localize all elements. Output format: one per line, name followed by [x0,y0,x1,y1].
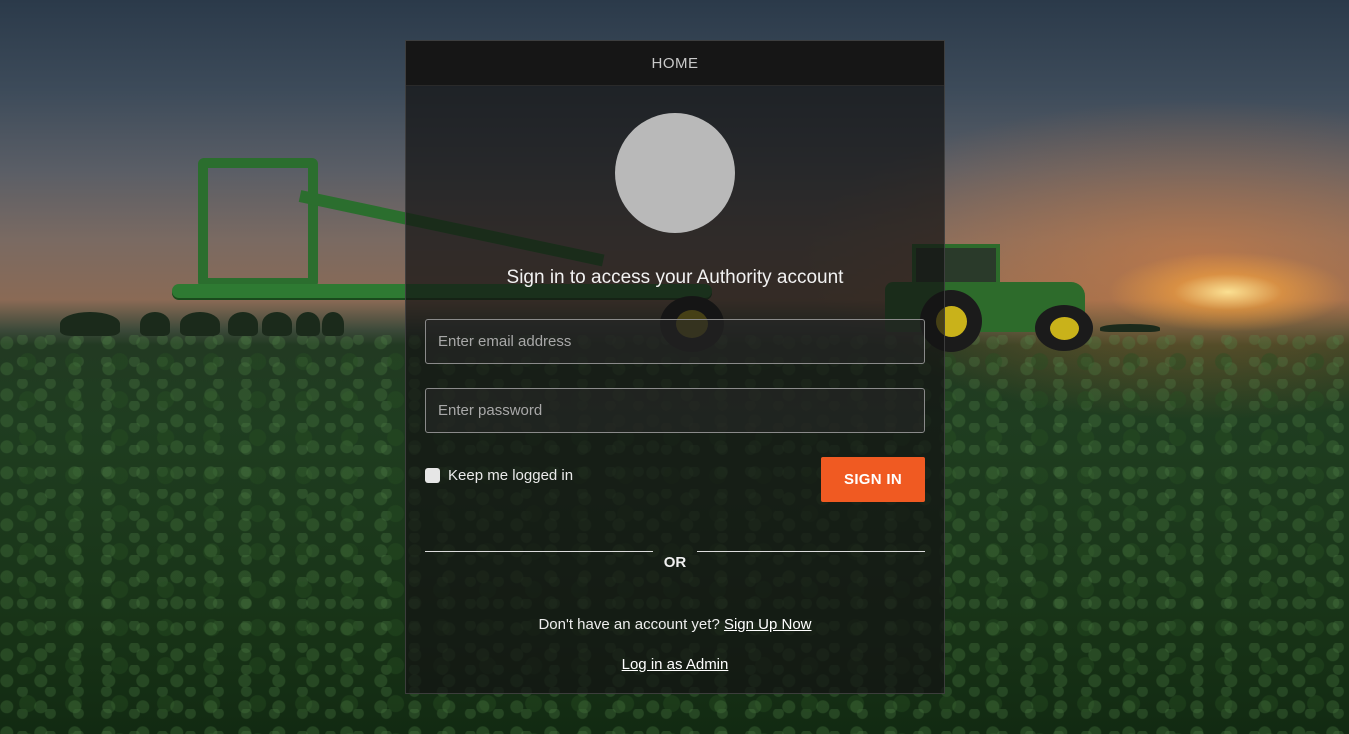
tree-line [180,312,220,336]
admin-login-link[interactable]: Log in as Admin [622,656,729,673]
signin-button[interactable]: SIGN IN [821,457,925,502]
login-panel: HOME Sign in to access your Authority ac… [405,40,945,694]
remember-label: Keep me logged in [448,467,574,484]
signup-prompt: Don't have an account yet? [538,616,720,633]
login-heading: Sign in to access your Authority account [506,267,844,288]
panel-header: HOME [406,41,944,86]
remember-me[interactable]: Keep me logged in [425,467,573,484]
tree-line [322,312,344,336]
tree-line [296,312,320,336]
signup-link[interactable]: Sign Up Now [724,616,812,633]
tree-line [60,312,120,336]
divider-line-left [425,551,653,552]
divider-line-right [697,551,925,552]
admin-row: Log in as Admin [406,656,944,673]
tree-line [228,312,258,336]
password-input[interactable] [425,388,925,433]
home-link[interactable]: HOME [652,55,699,72]
tree-line [140,312,170,336]
signup-row: Don't have an account yet? Sign Up Now [406,616,944,633]
avatar-placeholder-icon [615,113,735,233]
tractor-wheel [1035,305,1093,351]
tree-line [262,312,292,336]
email-input[interactable] [425,319,925,364]
remember-checkbox[interactable] [425,468,440,483]
tree-line [1100,324,1160,332]
sprayer-frame [198,158,318,288]
divider-or: OR [663,554,687,571]
